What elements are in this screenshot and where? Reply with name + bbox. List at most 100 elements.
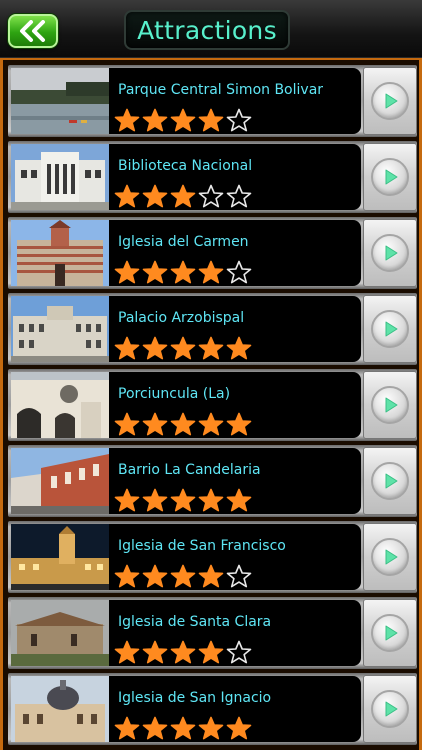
attraction-info: Palacio Arzobispal: [109, 296, 361, 362]
back-button[interactable]: [8, 14, 58, 48]
open-attraction-button[interactable]: [363, 599, 417, 667]
star-filled-icon: [170, 564, 196, 588]
star-filled-icon: [114, 260, 140, 284]
rating-stars: [114, 184, 252, 208]
attraction-info: Iglesia de Santa Clara: [109, 600, 361, 666]
list-item[interactable]: Porciuncula (La): [8, 369, 417, 441]
star-filled-icon: [142, 260, 168, 284]
open-attraction-button[interactable]: [363, 295, 417, 363]
star-filled-icon: [198, 412, 224, 436]
star-empty-icon: [226, 564, 252, 588]
rating-stars: [114, 336, 252, 360]
open-attraction-button[interactable]: [363, 675, 417, 743]
attraction-info: Iglesia de San Ignacio: [109, 676, 361, 742]
attraction-name: Iglesia de San Ignacio: [118, 690, 272, 706]
play-arrow-icon: [371, 158, 409, 196]
star-filled-icon: [142, 640, 168, 664]
attraction-thumbnail: [11, 448, 109, 514]
star-filled-icon: [142, 184, 168, 208]
star-empty-icon: [226, 108, 252, 132]
open-attraction-button[interactable]: [363, 371, 417, 439]
star-filled-icon: [226, 336, 252, 360]
star-empty-icon: [226, 260, 252, 284]
play-arrow-icon: [371, 690, 409, 728]
star-filled-icon: [114, 108, 140, 132]
attractions-list[interactable]: Parque Central Simon Bolivar Biblioteca N…: [0, 58, 422, 750]
attraction-thumbnail: [11, 372, 109, 438]
star-filled-icon: [170, 412, 196, 436]
list-item[interactable]: Parque Central Simon Bolivar: [8, 65, 417, 137]
rating-stars: [114, 716, 252, 740]
star-filled-icon: [142, 564, 168, 588]
title-box: Attractions: [124, 10, 290, 50]
attraction-name: Porciuncula (La): [118, 386, 231, 402]
star-filled-icon: [170, 716, 196, 740]
play-arrow-icon: [371, 234, 409, 272]
star-filled-icon: [114, 412, 140, 436]
star-filled-icon: [170, 260, 196, 284]
attraction-info: Parque Central Simon Bolivar: [109, 68, 361, 134]
attraction-thumbnail: [11, 676, 109, 742]
list-item[interactable]: Iglesia de Santa Clara: [8, 597, 417, 669]
attraction-name: Palacio Arzobispal: [118, 310, 245, 326]
page-title: Attractions: [137, 15, 277, 45]
star-filled-icon: [198, 260, 224, 284]
open-attraction-button[interactable]: [363, 67, 417, 135]
play-arrow-icon: [371, 82, 409, 120]
star-empty-icon: [226, 640, 252, 664]
list-item[interactable]: Biblioteca Nacional: [8, 141, 417, 213]
star-filled-icon: [142, 336, 168, 360]
attraction-thumbnail: [11, 144, 109, 210]
attraction-info: Porciuncula (La): [109, 372, 361, 438]
list-item[interactable]: Palacio Arzobispal: [8, 293, 417, 365]
open-attraction-button[interactable]: [363, 447, 417, 515]
list-item[interactable]: Iglesia del Carmen: [8, 217, 417, 289]
star-filled-icon: [114, 336, 140, 360]
star-filled-icon: [170, 488, 196, 512]
attraction-name: Iglesia del Carmen: [118, 234, 249, 250]
star-filled-icon: [142, 108, 168, 132]
attraction-info: Biblioteca Nacional: [109, 144, 361, 210]
star-filled-icon: [170, 640, 196, 664]
attraction-thumbnail: [11, 220, 109, 286]
top-bar: Attractions: [0, 0, 422, 58]
rating-stars: [114, 640, 252, 664]
attraction-thumbnail: [11, 600, 109, 666]
attraction-info: Iglesia de San Francisco: [109, 524, 361, 590]
rating-stars: [114, 564, 252, 588]
star-filled-icon: [198, 488, 224, 512]
rating-stars: [114, 488, 252, 512]
star-empty-icon: [198, 184, 224, 208]
play-arrow-icon: [371, 386, 409, 424]
star-filled-icon: [114, 184, 140, 208]
open-attraction-button[interactable]: [363, 143, 417, 211]
star-filled-icon: [142, 412, 168, 436]
attraction-thumbnail: [11, 68, 109, 134]
open-attraction-button[interactable]: [363, 219, 417, 287]
attraction-name: Iglesia de Santa Clara: [118, 614, 272, 630]
attraction-thumbnail: [11, 524, 109, 590]
rating-stars: [114, 260, 252, 284]
play-arrow-icon: [371, 310, 409, 348]
star-empty-icon: [226, 184, 252, 208]
list-item[interactable]: Iglesia de San Francisco: [8, 521, 417, 593]
attraction-info: Iglesia del Carmen: [109, 220, 361, 286]
star-filled-icon: [114, 640, 140, 664]
star-filled-icon: [198, 716, 224, 740]
star-filled-icon: [226, 412, 252, 436]
play-arrow-icon: [371, 538, 409, 576]
list-item[interactable]: Barrio La Candelaria: [8, 445, 417, 517]
star-filled-icon: [170, 184, 196, 208]
list-item[interactable]: Iglesia de San Ignacio: [8, 673, 417, 745]
play-arrow-icon: [371, 462, 409, 500]
star-filled-icon: [198, 336, 224, 360]
attraction-name: Iglesia de San Francisco: [118, 538, 286, 554]
attraction-info: Barrio La Candelaria: [109, 448, 361, 514]
star-filled-icon: [114, 564, 140, 588]
open-attraction-button[interactable]: [363, 523, 417, 591]
star-filled-icon: [170, 108, 196, 132]
star-filled-icon: [142, 716, 168, 740]
star-filled-icon: [198, 640, 224, 664]
double-chevron-left-icon: [17, 20, 49, 42]
star-filled-icon: [226, 716, 252, 740]
